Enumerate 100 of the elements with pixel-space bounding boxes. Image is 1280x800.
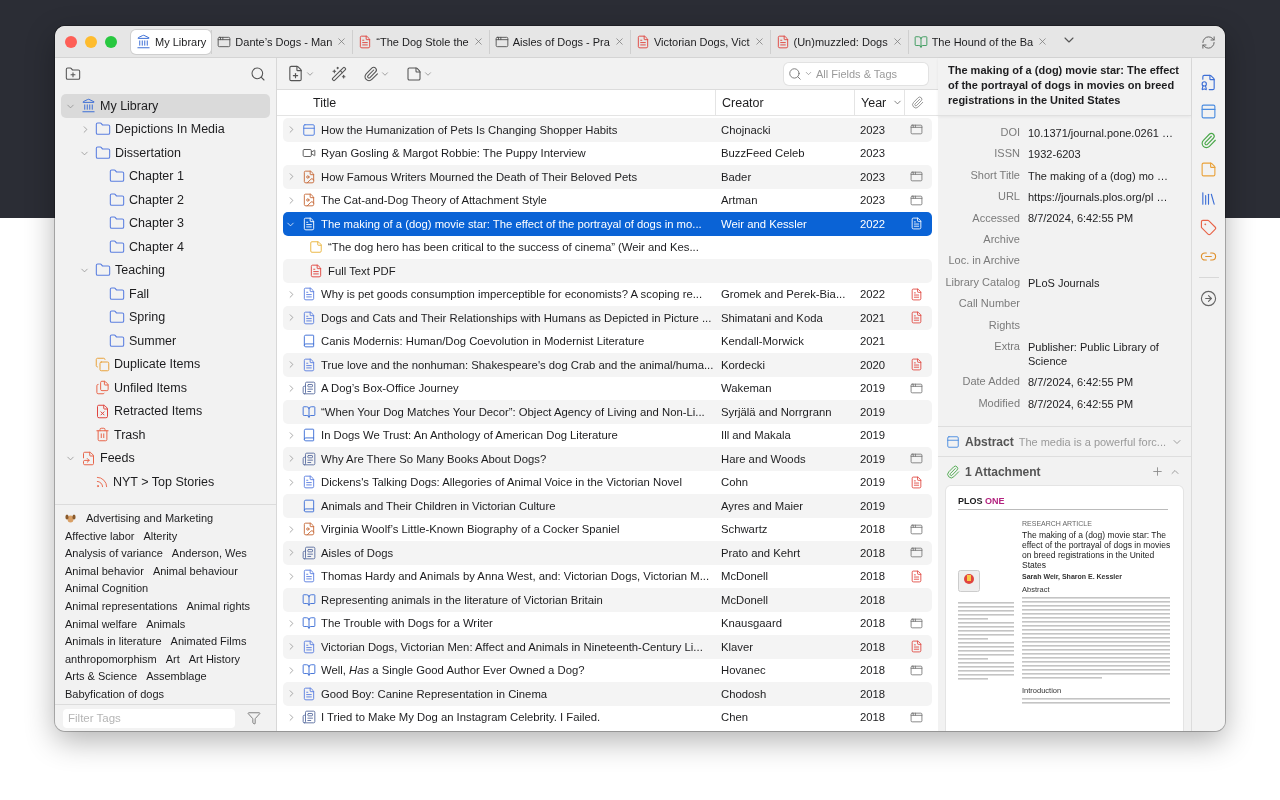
note-icon[interactable] bbox=[1200, 161, 1217, 178]
item-row[interactable]: The Cat-and-Dog Theory of Attachment Style Artman 2023 bbox=[283, 188, 932, 212]
item-row[interactable]: Victorian Dogs, Victorian Men: Affect and Animals in Nineteenth-Century Li... Klaver 2018 bbox=[283, 635, 932, 659]
item-row[interactable]: The Trouble with Dogs for a Writer Knausgaard 2018 bbox=[283, 611, 932, 635]
tag[interactable]: anthropomorphism bbox=[65, 651, 157, 666]
search-icon[interactable] bbox=[250, 66, 266, 82]
collection-item[interactable]: Dissertation bbox=[61, 141, 270, 165]
field-value[interactable]: 10.1371/journal.pone.0261 … bbox=[1028, 122, 1191, 144]
abstract-section[interactable]: Abstract The media is a powerful forc... bbox=[938, 426, 1191, 456]
tab[interactable]: Dante’s Dogs - Man bbox=[211, 29, 353, 54]
item-row[interactable]: Representing animals in the literature of Victorian Britain McDonell 2018 bbox=[283, 588, 932, 612]
collection-item[interactable]: Fall bbox=[61, 282, 270, 306]
tag[interactable]: Animals bbox=[146, 616, 186, 631]
item-row[interactable]: “When Your Dog Matches Your Decor”: Object Agency of Living and Non-Li... Syrjälä and Norrgrann 2019 bbox=[283, 400, 932, 424]
new-item-icon[interactable] bbox=[287, 65, 304, 82]
collection-item[interactable]: Chapter 1 bbox=[61, 164, 270, 188]
item-row[interactable]: Animals and Their Children in Victorian Culture Ayres and Maier 2019 bbox=[283, 494, 932, 518]
magic-wand-icon[interactable] bbox=[331, 65, 347, 82]
zoom-window-button[interactable] bbox=[105, 35, 117, 48]
column-header[interactable]: Title bbox=[283, 90, 715, 115]
new-collection-icon[interactable] bbox=[65, 66, 81, 82]
field-value[interactable]: 8/7/2024, 6:42:55 PM bbox=[1028, 371, 1191, 393]
field-value[interactable]: PLoS Journals bbox=[1028, 271, 1191, 294]
column-header[interactable]: Year bbox=[854, 90, 904, 115]
tag[interactable]: Animals in literature bbox=[65, 634, 162, 649]
tab[interactable]: “The Dog Stole the bbox=[352, 29, 489, 54]
tag[interactable]: Art bbox=[165, 651, 180, 666]
tag[interactable]: Animal behavior bbox=[65, 563, 144, 578]
tag[interactable]: Analysis of variance bbox=[65, 546, 163, 561]
collection-item[interactable]: NYT > Top Stories bbox=[61, 470, 270, 494]
tag[interactable]: Alterity bbox=[143, 528, 178, 543]
column-header[interactable]: Creator bbox=[715, 90, 854, 115]
item-row[interactable]: How Famous Writers Mourned the Death of Their Beloved Pets Bader 2023 bbox=[283, 165, 932, 189]
tag[interactable]: Animal welfare bbox=[65, 616, 138, 631]
sync-icon[interactable] bbox=[1201, 34, 1216, 50]
minimize-window-button[interactable] bbox=[85, 35, 97, 48]
filter-icon[interactable] bbox=[247, 711, 261, 725]
tab[interactable]: Victorian Dogs, Vict bbox=[629, 29, 770, 54]
collection-item[interactable]: Chapter 3 bbox=[61, 211, 270, 235]
item-row[interactable]: Ryan Gosling & Margot Robbie: The Puppy Interview BuzzFeed Celeb 2023 bbox=[283, 141, 932, 165]
item-row[interactable]: Canis Modernis: Human/Dog Coevolution in Modernist Literature Kendall-Morwick 2021 bbox=[283, 329, 932, 353]
item-row[interactable]: I Tried to Make My Dog an Instagram Celebrity. I Failed. Chen 2018 bbox=[283, 705, 932, 729]
info-icon[interactable] bbox=[1200, 74, 1217, 91]
add-attachment-icon[interactable] bbox=[363, 65, 379, 82]
item-row[interactable]: Virginia Woolf’s Little-Known Biography of a Cocker Spaniel Schwartz 2018 bbox=[283, 517, 932, 541]
tag[interactable]: Anderson, Wes bbox=[171, 546, 247, 561]
item-row[interactable]: Full Text PDF bbox=[283, 259, 932, 283]
tab[interactable]: My Library bbox=[131, 29, 212, 54]
collection-item[interactable]: Spring bbox=[61, 305, 270, 329]
item-row[interactable]: Why Are There So Many Books About Dogs? Hare and Woods 2019 bbox=[283, 447, 932, 471]
item-row[interactable]: A Dog’s Box-Office Journey Wakeman 2019 bbox=[283, 376, 932, 400]
item-row[interactable]: How the Humanization of Pets Is Changing Shopper Habits Chojnacki 2023 bbox=[283, 118, 932, 142]
tag[interactable]: Animal representations bbox=[65, 598, 178, 613]
item-row[interactable]: True love and the nonhuman: Shakespeare's dog Crab and the animal/huma... Kordecki 2020 bbox=[283, 353, 932, 377]
close-window-button[interactable] bbox=[65, 35, 77, 48]
item-row[interactable]: Why is pet goods consumption imperceptible for economists? A scoping re... Gromek and Perek-Bia... 2022 bbox=[283, 282, 932, 306]
collection-item[interactable]: Depictions In Media bbox=[61, 117, 270, 141]
tag-icon[interactable] bbox=[1200, 219, 1217, 236]
item-row[interactable]: Good Boy: Canine Representation in Cinema Chodosh 2018 bbox=[283, 682, 932, 706]
locate-icon[interactable] bbox=[1200, 290, 1217, 307]
collection-item[interactable]: Feeds bbox=[61, 446, 270, 470]
item-row[interactable]: Dogs and Cats and Their Relationships with Humans as Depicted in Picture ... Shimatani and Koda 2021 bbox=[283, 306, 932, 330]
field-value[interactable]: 8/7/2024, 6:42:55 PM bbox=[1028, 207, 1191, 230]
collection-item[interactable]: Chapter 2 bbox=[61, 188, 270, 212]
collection-item[interactable]: Teaching bbox=[61, 258, 270, 282]
tab[interactable]: Aisles of Dogs - Pra bbox=[488, 29, 630, 54]
abstract-icon[interactable] bbox=[1200, 103, 1217, 120]
libraries-collections-icon[interactable] bbox=[1200, 190, 1217, 207]
tab[interactable]: (Un)muzzled: Dogs bbox=[769, 29, 908, 54]
collection-item[interactable]: Summer bbox=[61, 329, 270, 353]
collection-item[interactable]: Chapter 4 bbox=[61, 235, 270, 259]
item-row[interactable]: Dickens's Talking Dogs: Allegories of Animal Voice in the Victorian Novel Cohn 2019 bbox=[283, 470, 932, 494]
tag[interactable]: Advertising and Marketing bbox=[65, 511, 214, 525]
search-field[interactable]: All Fields & Tags bbox=[784, 62, 928, 85]
tag[interactable]: Animal Cognition bbox=[65, 581, 149, 596]
new-note-icon[interactable] bbox=[406, 65, 422, 82]
field-value[interactable]: The making of a (dog) mo … bbox=[1028, 164, 1191, 187]
collection-item[interactable]: Trash bbox=[61, 423, 270, 447]
tab[interactable]: The Hound of the Ba bbox=[907, 29, 1054, 54]
item-row[interactable]: “The dog hero has been critical to the success of cinema” (Weir and Kes... bbox=[283, 235, 932, 259]
item-row[interactable]: The making of a (dog) movie star: The effect of the portrayal of dogs in mo... Weir and Kessler 2022 bbox=[283, 212, 932, 236]
field-value[interactable]: https://journals.plos.org/pl … bbox=[1028, 186, 1191, 208]
tag[interactable]: Affective labor bbox=[65, 528, 135, 543]
tag[interactable]: Animal rights bbox=[186, 598, 251, 613]
item-row[interactable]: In Dogs We Trust: An Anthology of American Dog Literature Ill and Makala 2019 bbox=[283, 423, 932, 447]
field-value[interactable]: 8/7/2024, 6:42:55 PM bbox=[1028, 392, 1191, 415]
tag[interactable]: Babyfication of dogs bbox=[65, 686, 165, 701]
tag[interactable]: Art History bbox=[188, 651, 241, 666]
collection-item[interactable]: My Library bbox=[61, 94, 270, 118]
field-value[interactable]: 1932-6203 bbox=[1028, 143, 1191, 165]
collection-item[interactable]: Unfiled Items bbox=[61, 376, 270, 400]
tag[interactable]: Animal behaviour bbox=[152, 563, 238, 578]
tag[interactable]: Arts & Science bbox=[65, 669, 138, 684]
tag[interactable]: Animated Films bbox=[170, 634, 247, 649]
pdf-preview[interactable] bbox=[946, 486, 1183, 731]
attachment-icon[interactable] bbox=[1200, 132, 1217, 149]
item-row[interactable]: Thomas Hardy and Animals by Anna West, and: Victorian Dogs, Victorian M... McDonell 2018 bbox=[283, 564, 932, 588]
item-row[interactable]: Well, Has a Single Good Author Ever Owned a Dog? Hovanec 2018 bbox=[283, 658, 932, 682]
item-row[interactable]: Aisles of Dogs Prato and Kehrt 2018 bbox=[283, 541, 932, 565]
filter-tags-field[interactable]: Filter Tags bbox=[63, 708, 235, 728]
